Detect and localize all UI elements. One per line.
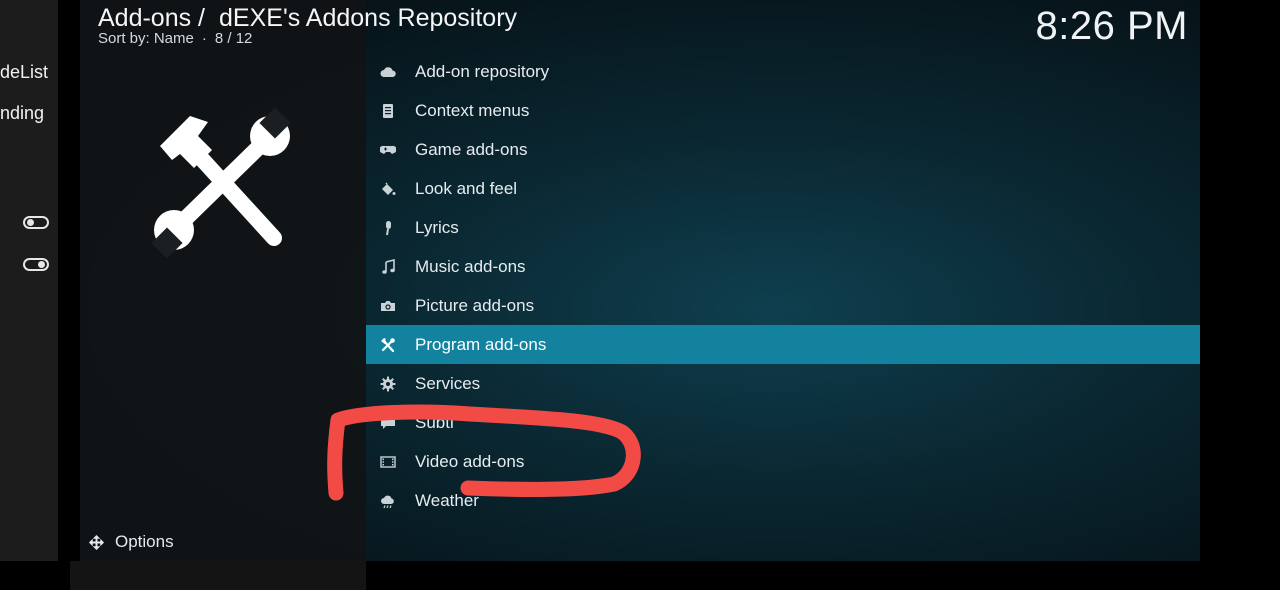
context-menu-icon: [379, 102, 397, 120]
list-item-music-addons[interactable]: Music add-ons: [366, 247, 1200, 286]
item-position: 8 / 12: [214, 30, 253, 47]
background-app-text-2: nding: [0, 103, 45, 123]
list-item-subtitles[interactable]: Subti: [366, 403, 1200, 442]
category-list: Add-on repository Context menus Game add…: [366, 52, 1200, 520]
cloud-icon: [379, 63, 397, 81]
sort-label: Sort by: Name: [98, 30, 194, 47]
tools-icon: [151, 107, 302, 259]
background-app-text-1: deList: [0, 62, 49, 82]
background-app-panel: deList nding: [0, 0, 58, 561]
list-item-label: Weather: [415, 490, 479, 510]
list-item-label: Video add-ons: [415, 451, 525, 471]
sort-info: Sort by: Name · 8 / 12: [98, 30, 252, 47]
list-item-label: Lyrics: [415, 217, 459, 237]
list-item-weather[interactable]: Weather: [366, 481, 1200, 520]
info-panel: [80, 0, 366, 561]
list-item-label: Music add-ons: [415, 256, 526, 276]
list-item-look-and-feel[interactable]: Look and feel: [366, 169, 1200, 208]
list-item-services[interactable]: Services: [366, 364, 1200, 403]
options-button[interactable]: Options: [88, 530, 174, 554]
toggle-switch-off[interactable]: [23, 216, 49, 229]
paint-bucket-icon: [379, 180, 397, 198]
list-item-addon-repository[interactable]: Add-on repository: [366, 52, 1200, 91]
list-item-label: Context menus: [415, 100, 530, 120]
film-icon: [379, 453, 397, 471]
breadcrumb-current: dEXE's Addons Repository: [219, 4, 518, 32]
options-arrows-icon: [88, 534, 105, 550]
subtitles-icon: [379, 414, 397, 432]
list-item-label: Look and feel: [415, 178, 518, 198]
weather-icon: [379, 492, 397, 510]
music-note-icon: [379, 258, 397, 276]
list-item-context-menus[interactable]: Context menus: [366, 91, 1200, 130]
list-item-label: Game add-ons: [415, 139, 528, 159]
breadcrumb-root: Add-ons /: [98, 4, 206, 32]
page-title: Add-ons / dEXE's Addons Repository: [98, 4, 517, 33]
options-label: Options: [115, 532, 174, 551]
list-item-program-addons[interactable]: Program add-ons: [366, 325, 1200, 364]
list-item-video-addons[interactable]: Video add-ons: [366, 442, 1200, 481]
toggle-switch-on[interactable]: [23, 258, 49, 271]
list-item-picture-addons[interactable]: Picture add-ons: [366, 286, 1200, 325]
list-item-label: Subti: [415, 412, 454, 432]
tools-icon: [379, 336, 397, 354]
list-item-game-addons[interactable]: Game add-ons: [366, 130, 1200, 169]
camera-icon: [379, 297, 397, 315]
gamepad-icon: [379, 141, 397, 159]
list-item-label: Picture add-ons: [415, 295, 535, 315]
left-panel-footer-strip: [70, 561, 366, 590]
clock: 8:26 PM: [1035, 4, 1188, 48]
microphone-icon: [379, 219, 397, 237]
list-item-label: Program add-ons: [415, 334, 547, 354]
gear-icon: [379, 375, 397, 393]
list-item-label: Services: [415, 373, 481, 393]
list-item-lyrics[interactable]: Lyrics: [366, 208, 1200, 247]
separator-dot: ·: [201, 30, 207, 47]
kodi-addon-browser: Add-ons / dEXE's Addons Repository Sort b…: [80, 0, 1200, 561]
list-item-label: Add-on repository: [415, 61, 550, 81]
